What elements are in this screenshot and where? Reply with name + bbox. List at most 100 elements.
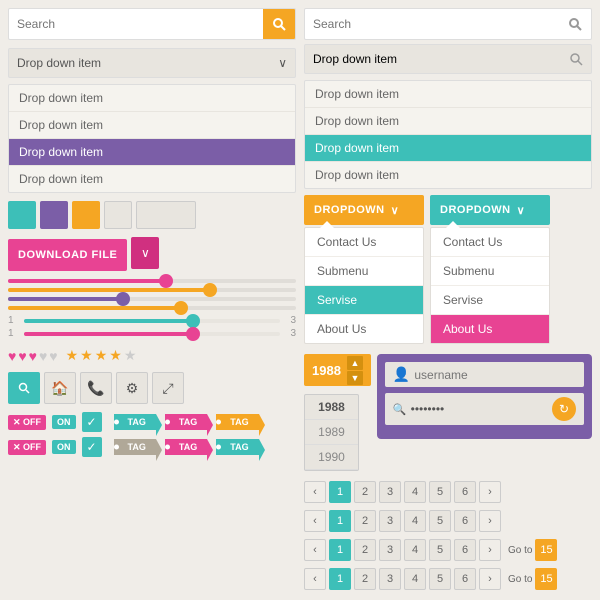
tag-orange-1[interactable]: TAG (216, 414, 258, 430)
page-5-r2[interactable]: 5 (429, 510, 451, 532)
page-3-r4[interactable]: 3 (379, 568, 401, 590)
username-input[interactable] (414, 368, 576, 382)
slider-4[interactable] (8, 306, 296, 310)
page-4-r3[interactable]: 4 (404, 539, 426, 561)
page-2-r3[interactable]: 2 (354, 539, 376, 561)
star-2[interactable]: ★ (80, 347, 93, 364)
tag-teal-2[interactable]: TAG (216, 439, 258, 455)
password-input[interactable] (411, 402, 548, 416)
page-prev-3[interactable]: ‹ (304, 539, 326, 561)
page-1-r1[interactable]: 1 (329, 481, 351, 503)
slider-1[interactable] (8, 279, 296, 283)
slider-3[interactable] (8, 297, 296, 301)
tag-gray-1[interactable]: TAG (114, 439, 156, 455)
toggle-on-btn[interactable]: ON (52, 415, 76, 429)
search-input-right[interactable] (305, 17, 559, 31)
page-4-r4[interactable]: 4 (404, 568, 426, 590)
page-5-r1[interactable]: 5 (429, 481, 451, 503)
page-5-r4[interactable]: 5 (429, 568, 451, 590)
menu-item-contact[interactable]: Contact Us (305, 228, 423, 257)
dropdown-item[interactable]: Drop down item (9, 112, 295, 139)
dropdown-item[interactable]: Drop down item (9, 166, 295, 192)
tag-pink-1[interactable]: TAG (165, 414, 207, 430)
page-next-4[interactable]: › (479, 568, 501, 590)
home-icon-btn[interactable]: 🏠 (44, 372, 76, 404)
checkbox-checked-2[interactable]: ✓ (82, 437, 102, 457)
heart-3[interactable]: ♥ (29, 348, 37, 364)
page-4-r2[interactable]: 4 (404, 510, 426, 532)
page-next-1[interactable]: › (479, 481, 501, 503)
menu-item-servise-2[interactable]: Servise (431, 286, 549, 315)
scroll-item-1988[interactable]: 1988 (305, 395, 358, 420)
slider-2[interactable] (8, 288, 296, 292)
spinner-controls[interactable]: ▲ ▼ (347, 356, 363, 385)
number-spinner[interactable]: 1988 ▲ ▼ (304, 354, 371, 386)
page-2-r1[interactable]: 2 (354, 481, 376, 503)
page-next-3[interactable]: › (479, 539, 501, 561)
swatch-orange[interactable] (72, 201, 100, 229)
page-prev-4[interactable]: ‹ (304, 568, 326, 590)
download-file-button[interactable]: DOWNLOAD FILE (8, 239, 127, 271)
search-icon-btn[interactable] (8, 372, 40, 404)
search-button-left[interactable] (263, 8, 295, 40)
page-prev-2[interactable]: ‹ (304, 510, 326, 532)
dropdown-item-r4[interactable]: Drop down item (305, 162, 591, 188)
swatch-teal[interactable] (8, 201, 36, 229)
star-5[interactable]: ★ (124, 347, 137, 364)
page-next-2[interactable]: › (479, 510, 501, 532)
page-3-r1[interactable]: 3 (379, 481, 401, 503)
page-4-r1[interactable]: 4 (404, 481, 426, 503)
scroll-item-1989[interactable]: 1989 (305, 420, 358, 445)
toggle-on-btn-2[interactable]: ON (52, 440, 76, 454)
page-1-r2[interactable]: 1 (329, 510, 351, 532)
page-5-r3[interactable]: 5 (429, 539, 451, 561)
dropdown-row-left[interactable]: Drop down item ∨ (8, 48, 296, 78)
goto-value-4[interactable]: 15 (535, 568, 557, 590)
step-slider-2[interactable]: 1 3 (8, 328, 296, 339)
search-box-right[interactable] (304, 8, 592, 40)
menu-item-submenu-2[interactable]: Submenu (431, 257, 549, 286)
goto-value-3[interactable]: 15 (535, 539, 557, 561)
menu-item-about[interactable]: About Us (305, 315, 423, 343)
menu-item-submenu[interactable]: Submenu (305, 257, 423, 286)
page-6-r3[interactable]: 6 (454, 539, 476, 561)
heart-1[interactable]: ♥ (8, 348, 16, 364)
step-slider-1[interactable]: 1 3 (8, 315, 296, 326)
tag-teal-1[interactable]: TAG (114, 414, 156, 430)
scroll-picker[interactable]: 1988 1989 1990 (304, 394, 359, 471)
swatch-gray[interactable] (104, 201, 132, 229)
page-prev-1[interactable]: ‹ (304, 481, 326, 503)
dropdown-item-r2[interactable]: Drop down item (305, 108, 591, 135)
toggle-off-btn-2[interactable]: ✕ OFF (8, 440, 46, 455)
download-arrow-button[interactable]: ∨ (131, 237, 159, 269)
page-6-r2[interactable]: 6 (454, 510, 476, 532)
page-6-r4[interactable]: 6 (454, 568, 476, 590)
dropdown-item-r3-active[interactable]: Drop down item (305, 135, 591, 162)
swatch-purple[interactable] (40, 201, 68, 229)
menu-item-about-2[interactable]: About Us (431, 315, 549, 343)
dropdown-item-r1[interactable]: Drop down item (305, 81, 591, 108)
dropdown-row-right[interactable]: Drop down item (304, 44, 592, 74)
search-input-left[interactable] (9, 17, 263, 31)
heart-5[interactable]: ♥ (49, 348, 57, 364)
page-1-r3[interactable]: 1 (329, 539, 351, 561)
settings-icon-btn[interactable]: ⚙ (116, 372, 148, 404)
heart-2[interactable]: ♥ (18, 348, 26, 364)
search-button-right[interactable] (559, 8, 591, 40)
star-3[interactable]: ★ (95, 347, 108, 364)
search-box-left[interactable] (8, 8, 296, 40)
page-1-r4[interactable]: 1 (329, 568, 351, 590)
menu-item-servise[interactable]: Servise (305, 286, 423, 315)
dropdown-item[interactable]: Drop down item (9, 85, 295, 112)
login-submit-btn[interactable]: ↻ (552, 397, 576, 421)
heart-4[interactable]: ♥ (39, 348, 47, 364)
expand-icon-btn[interactable]: ⤢ (152, 372, 184, 404)
page-3-r2[interactable]: 3 (379, 510, 401, 532)
checkbox-checked[interactable]: ✓ (82, 412, 102, 432)
dropdown-item-active[interactable]: Drop down item (9, 139, 295, 166)
spinner-up[interactable]: ▲ (347, 356, 363, 370)
menu-item-contact-2[interactable]: Contact Us (431, 228, 549, 257)
star-4[interactable]: ★ (109, 347, 122, 364)
page-2-r2[interactable]: 2 (354, 510, 376, 532)
star-1[interactable]: ★ (66, 347, 79, 364)
